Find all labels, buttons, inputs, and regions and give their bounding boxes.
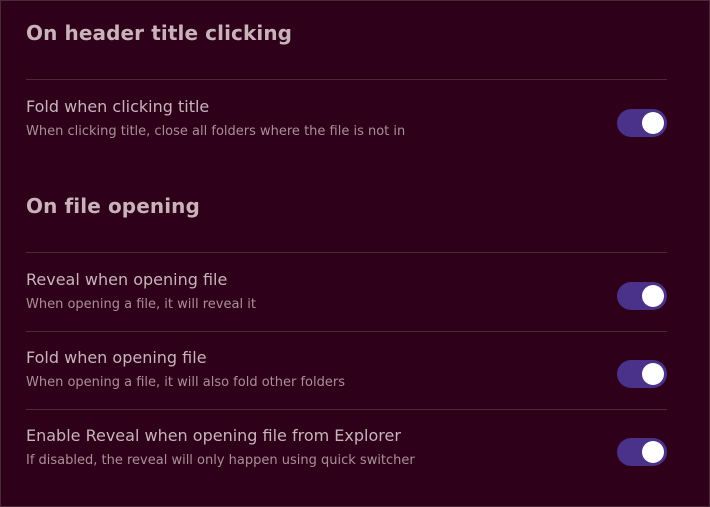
fold-when-opening-file-toggle[interactable] (617, 360, 667, 388)
toggle-knob (642, 112, 664, 134)
settings-panel: On header title clicking Fold when click… (0, 0, 710, 507)
divider (26, 409, 667, 410)
setting-fold-when-opening-file: Fold when opening file When opening a fi… (26, 348, 667, 412)
divider (26, 252, 667, 253)
setting-name: Fold when opening file (26, 348, 207, 367)
reveal-from-explorer-toggle[interactable] (617, 438, 667, 466)
setting-name: Enable Reveal when opening file from Exp… (26, 426, 401, 445)
toggle-knob (642, 363, 664, 385)
fold-when-clicking-title-toggle[interactable] (617, 109, 667, 137)
toggle-knob (642, 441, 664, 463)
setting-reveal-from-explorer: Enable Reveal when opening file from Exp… (26, 426, 667, 490)
toggle-knob (642, 285, 664, 307)
setting-reveal-when-opening-file: Reveal when opening file When opening a … (26, 270, 667, 334)
section-heading-file-opening: On file opening (26, 194, 200, 218)
divider (26, 79, 667, 80)
setting-description: If disabled, the reveal will only happen… (26, 453, 415, 468)
reveal-when-opening-file-toggle[interactable] (617, 282, 667, 310)
setting-description: When clicking title, close all folders w… (26, 124, 406, 139)
divider (26, 331, 667, 332)
setting-description: When opening a file, it will also fold o… (26, 375, 345, 390)
section-heading-header-title-clicking: On header title clicking (26, 21, 293, 45)
setting-name: Reveal when opening file (26, 270, 228, 289)
setting-name: Fold when clicking title (26, 97, 210, 116)
setting-description: When opening a file, it will reveal it (26, 297, 256, 312)
setting-fold-when-clicking-title: Fold when clicking title When clicking t… (26, 97, 667, 161)
